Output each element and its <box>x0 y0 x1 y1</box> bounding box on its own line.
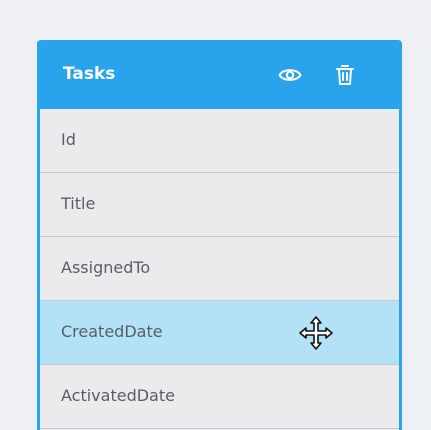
table-header: Tasks <box>37 40 402 109</box>
move-cursor-icon <box>298 315 334 351</box>
table-title: Tasks <box>63 64 116 84</box>
tasks-table-card[interactable]: Tasks Id Title AssignedTo CreatedDate Ac… <box>37 40 402 430</box>
field-label: Title <box>61 194 96 213</box>
designer-canvas: Tasks Id Title AssignedTo CreatedDate Ac… <box>0 0 431 430</box>
field-label: AssignedTo <box>61 258 151 277</box>
field-label: ActivatedDate <box>61 386 175 405</box>
field-row-title[interactable]: Title <box>40 173 399 237</box>
field-list: Id Title AssignedTo CreatedDate Activate… <box>37 109 402 430</box>
field-row-id[interactable]: Id <box>40 109 399 173</box>
field-row-assignedto[interactable]: AssignedTo <box>40 237 399 301</box>
field-row-activateddate[interactable]: ActivatedDate <box>40 365 399 429</box>
field-label: Id <box>61 130 76 149</box>
eye-icon[interactable] <box>278 63 302 87</box>
field-label: CreatedDate <box>61 322 163 341</box>
field-row-createddate[interactable]: CreatedDate <box>40 301 399 365</box>
trash-icon[interactable] <box>333 63 357 87</box>
